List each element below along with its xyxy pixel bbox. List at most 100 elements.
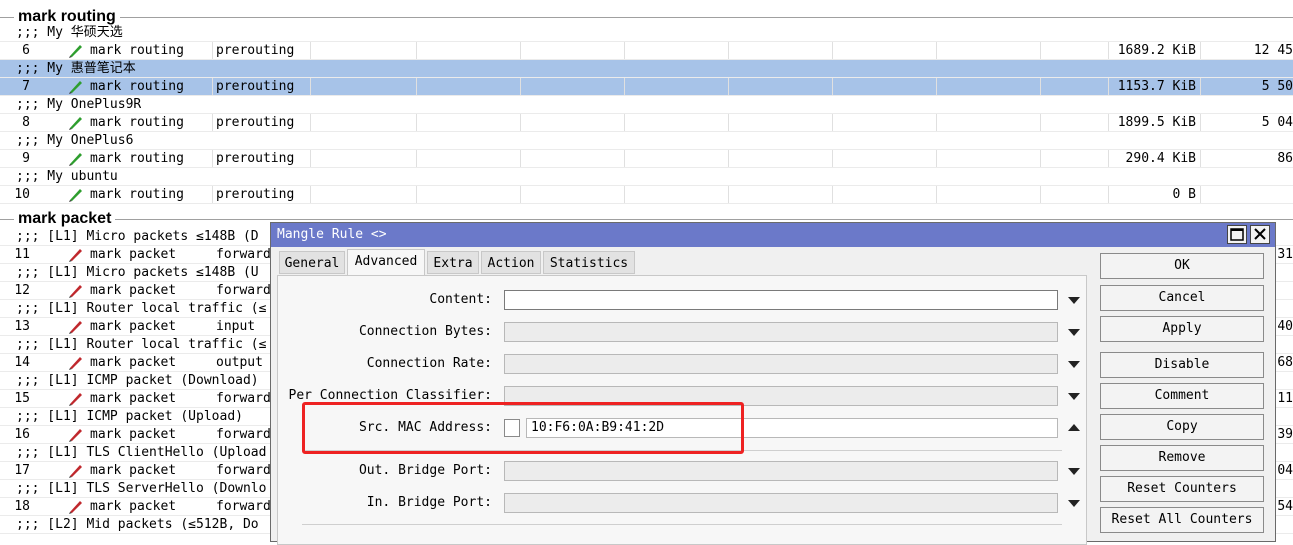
rule-chain: forward	[216, 427, 271, 442]
apply-button[interactable]: Apply	[1100, 316, 1264, 342]
red-pencil-icon	[69, 429, 82, 442]
mangle-rule-dialog: Mangle Rule <> General Advanced Extra Ac…	[270, 222, 1276, 545]
in-bridge-port-input[interactable]	[504, 493, 1058, 513]
rule-action: mark packet	[90, 427, 177, 442]
table-row[interactable]: 6 mark routing prerouting 1689.2 KiB 12 45	[0, 42, 1293, 60]
red-pencil-icon	[69, 393, 82, 406]
comment-row[interactable]: ;;; My 华硕天选	[0, 24, 1293, 42]
rule-number: 11	[14, 247, 30, 262]
rule-chain: prerouting	[216, 187, 295, 202]
rule-action: mark packet	[90, 355, 177, 370]
rule-number: 10	[14, 187, 30, 202]
rule-number: 14	[14, 355, 30, 370]
src-mac-collapse-icon[interactable]	[1068, 424, 1080, 431]
separator	[302, 524, 1062, 525]
connection-rate-input[interactable]	[504, 354, 1058, 374]
rule-action: mark packet	[90, 247, 177, 262]
green-pencil-icon	[69, 153, 82, 166]
in-bridge-port-dropdown-icon[interactable]	[1068, 500, 1080, 507]
highlight-annotation	[302, 402, 744, 454]
connection-rate-dropdown-icon[interactable]	[1068, 361, 1080, 368]
rule-count-partial: 04	[1277, 463, 1293, 478]
comment-button[interactable]: Comment	[1100, 383, 1264, 409]
rule-count-partial: 11	[1277, 391, 1293, 406]
tab-advanced[interactable]: Advanced	[347, 249, 425, 275]
rule-chain: forward	[216, 499, 271, 514]
rule-count-partial: 39	[1277, 427, 1293, 442]
comment-row[interactable]: ;;; My OnePlus6	[0, 132, 1293, 150]
green-pencil-icon	[69, 81, 82, 94]
cancel-button[interactable]: Cancel	[1100, 285, 1264, 311]
rule-comment: ;;; [L1] Micro packets ≤148B (U	[16, 265, 259, 280]
comment-row[interactable]: ;;; My ubuntu	[0, 168, 1293, 186]
table-row[interactable]: 10 mark routing prerouting 0 B	[0, 186, 1293, 204]
reset-counters-button[interactable]: Reset Counters	[1100, 476, 1264, 502]
rule-packets: 5 04	[1261, 115, 1293, 130]
rule-action: mark routing	[90, 115, 184, 130]
table-row[interactable]: 7 mark routing prerouting 1153.7 KiB 5 50	[0, 78, 1293, 96]
tab-action[interactable]: Action	[481, 251, 541, 274]
rule-action: mark routing	[90, 187, 184, 202]
rule-bytes: 1689.2 KiB	[1117, 43, 1196, 58]
rule-packets: 12 45	[1253, 43, 1293, 58]
rule-action: mark packet	[90, 463, 177, 478]
rule-chain: forward	[216, 247, 271, 262]
reset-all-counters-button[interactable]: Reset All Counters	[1100, 507, 1264, 533]
connection-rate-label: Connection Rate:	[366, 356, 492, 371]
out-bridge-port-dropdown-icon[interactable]	[1068, 468, 1080, 475]
content-dropdown-icon[interactable]	[1068, 297, 1080, 304]
red-pencil-icon	[69, 285, 82, 298]
rule-packets: 86	[1277, 151, 1293, 166]
dialog-titlebar[interactable]: Mangle Rule <>	[271, 223, 1275, 247]
rule-count-partial: 31	[1277, 247, 1293, 262]
ok-button[interactable]: OK	[1100, 253, 1264, 279]
rule-action: mark packet	[90, 391, 177, 406]
remove-button[interactable]: Remove	[1100, 445, 1264, 471]
in-bridge-port-label: In. Bridge Port:	[366, 495, 492, 510]
green-pencil-icon	[69, 189, 82, 202]
rule-number: 8	[22, 115, 30, 130]
tab-general[interactable]: General	[279, 251, 345, 274]
rule-chain: prerouting	[216, 79, 295, 94]
rule-comment: ;;; [L1] ICMP packet (Download)	[16, 373, 259, 388]
disable-button[interactable]: Disable	[1100, 352, 1264, 378]
rule-chain: output	[216, 355, 263, 370]
connection-bytes-label: Connection Bytes:	[358, 324, 492, 339]
rule-number: 9	[22, 151, 30, 166]
rule-chain: prerouting	[216, 151, 295, 166]
comment-row[interactable]: ;;; My 惠普笔记本	[0, 60, 1293, 78]
rule-number: 12	[14, 283, 30, 298]
rule-comment: ;;; [L1] ICMP packet (Upload)	[16, 409, 243, 424]
rule-bytes: 290.4 KiB	[1125, 151, 1196, 166]
content-input[interactable]	[504, 290, 1058, 310]
rule-action: mark packet	[90, 283, 177, 298]
comment-row[interactable]: ;;; My OnePlus9R	[0, 96, 1293, 114]
close-button[interactable]	[1250, 225, 1270, 244]
section-title-packet: mark packet	[14, 210, 116, 228]
rule-comment: ;;; My OnePlus6	[16, 133, 134, 148]
green-pencil-icon	[69, 45, 82, 58]
copy-button[interactable]: Copy	[1100, 414, 1264, 440]
rule-count-partial	[1276, 282, 1293, 299]
connection-bytes-input[interactable]	[504, 322, 1058, 342]
rule-chain: forward	[216, 391, 271, 406]
per-connection-classifier-dropdown-icon[interactable]	[1068, 393, 1080, 400]
table-row[interactable]: 9 mark routing prerouting 290.4 KiB 86	[0, 150, 1293, 168]
rule-comment: ;;; [L1] TLS ClientHello (Upload	[16, 445, 267, 460]
table-row[interactable]: 8 mark routing prerouting 1899.5 KiB 5 04	[0, 114, 1293, 132]
rule-chain: prerouting	[216, 115, 295, 130]
rule-number: 6	[22, 43, 30, 58]
red-pencil-icon	[69, 249, 82, 262]
rule-count-partial: 54	[1277, 499, 1293, 514]
rule-action: mark routing	[90, 79, 184, 94]
rule-chain: forward	[216, 283, 271, 298]
maximize-button[interactable]	[1227, 225, 1247, 244]
connection-bytes-dropdown-icon[interactable]	[1068, 329, 1080, 336]
out-bridge-port-input[interactable]	[504, 461, 1058, 481]
tab-extra[interactable]: Extra	[427, 251, 479, 274]
rule-packets	[1200, 186, 1293, 203]
rule-action: mark routing	[90, 43, 184, 58]
rule-comment: ;;; [L1] TLS ServerHello (Downlo	[16, 481, 267, 496]
dialog-title: Mangle Rule <>	[277, 227, 387, 242]
tab-statistics[interactable]: Statistics	[543, 251, 635, 274]
